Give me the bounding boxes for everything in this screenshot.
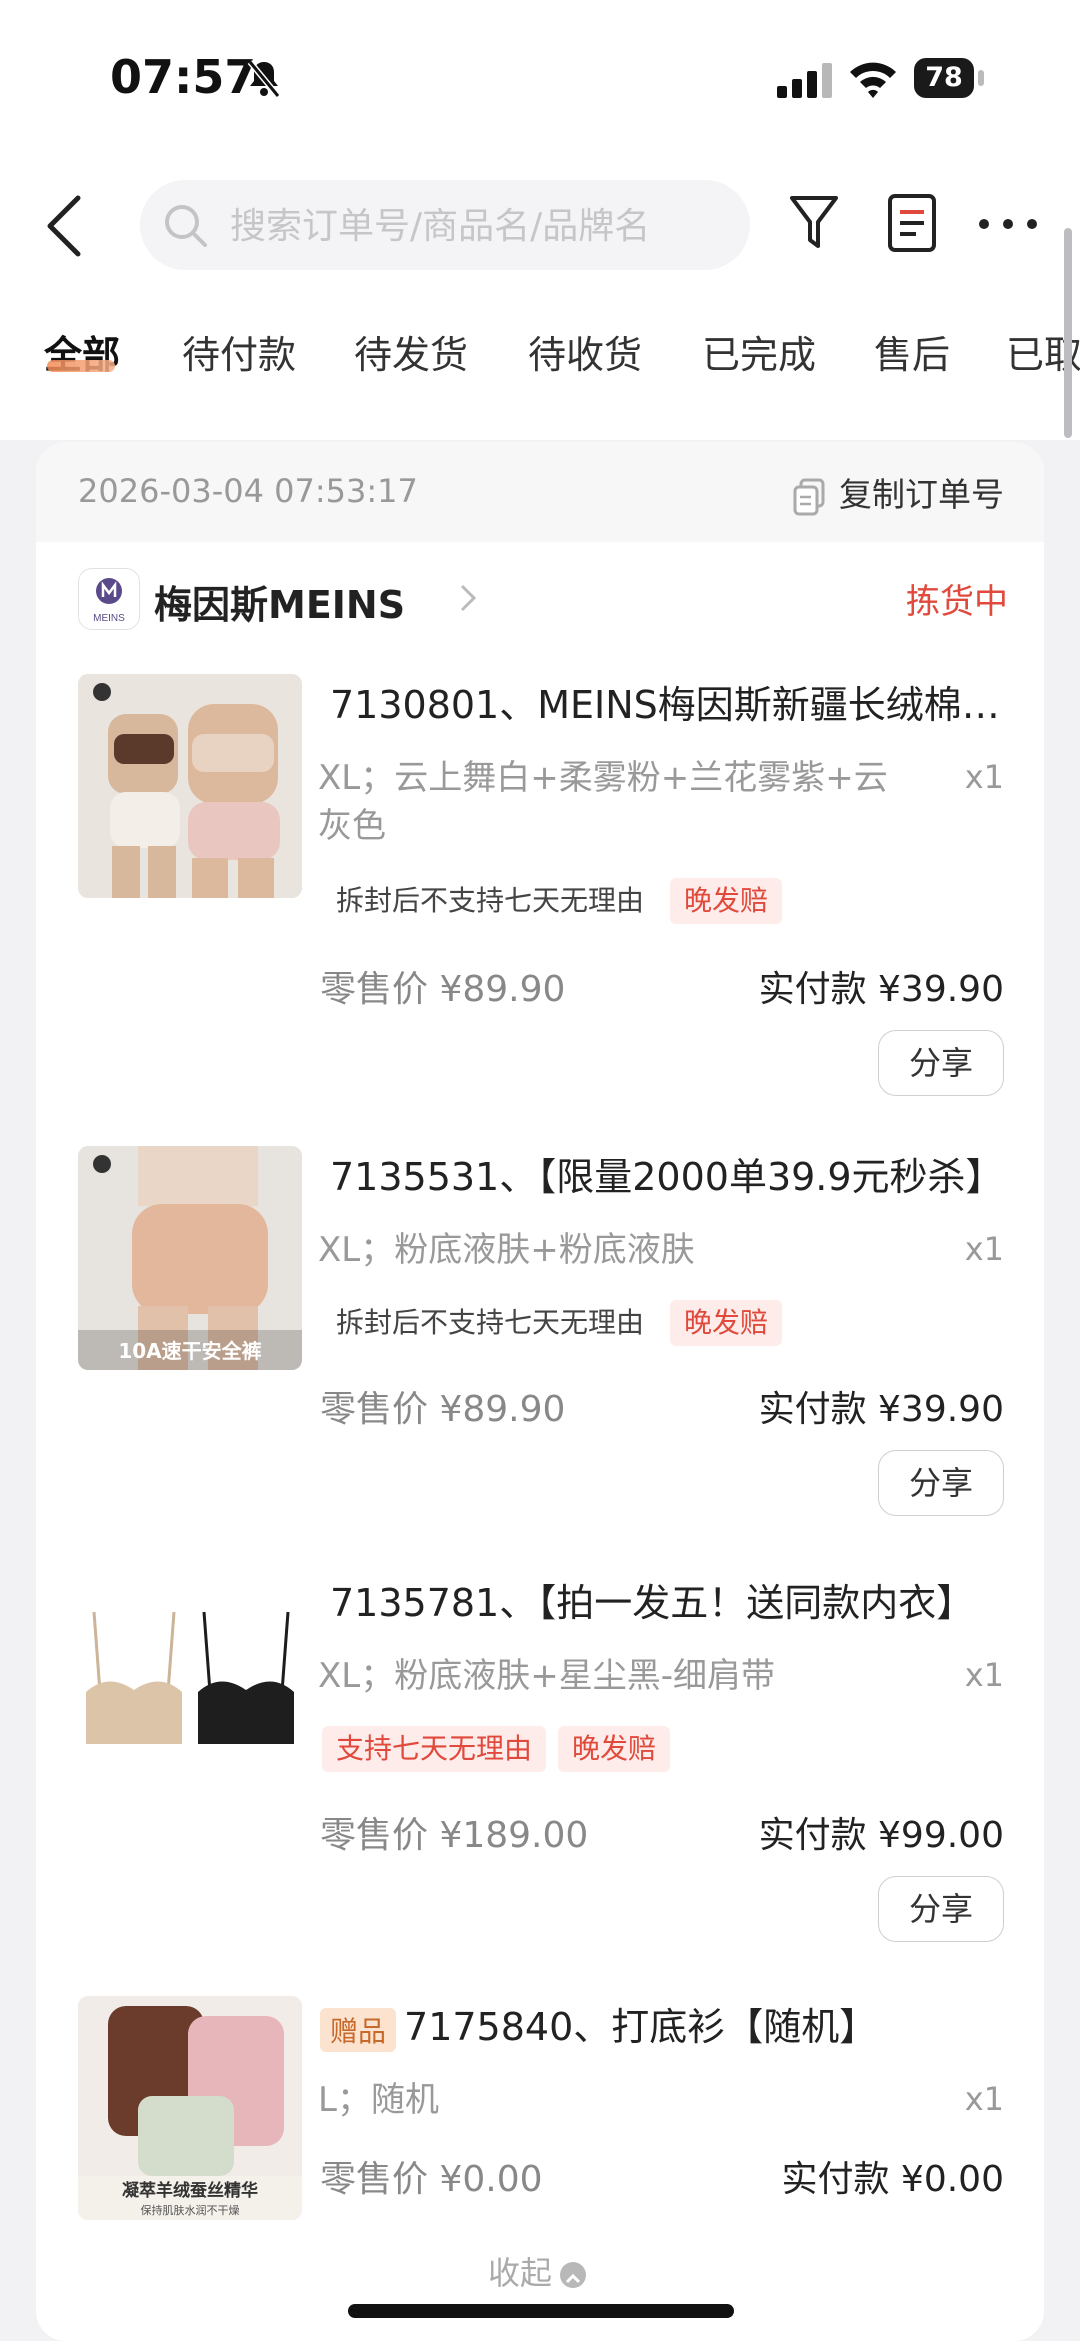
order-item: 7135781、【拍一发五！送同款内衣】 XL；粉底液肤+星尘黑-细肩带 x1 …	[36, 1572, 1044, 1952]
product-image-bras	[78, 1572, 302, 1796]
product-image[interactable]: 10A速干安全裤	[78, 1146, 302, 1370]
product-image-underwear	[78, 674, 302, 898]
retail-price: 零售价 ¥89.90	[320, 969, 566, 1010]
late-shipment-compensation-badge: 晚发赔	[670, 878, 783, 924]
share-button[interactable]: 分享	[878, 1876, 1004, 1942]
product-title[interactable]: 赠品 7175840、打底衫【随机】	[320, 1996, 1010, 2052]
shop-logo-mark: MEINS	[93, 578, 125, 624]
product-qty: x1	[964, 758, 1004, 796]
share-button[interactable]: 分享	[878, 1030, 1004, 1096]
retail-price: 零售价 ¥0.00	[320, 2159, 543, 2200]
service-badges: 支持七天无理由 晚发赔	[322, 1726, 682, 1774]
tab-after-sales[interactable]: 售后	[874, 324, 950, 379]
order-list-icon[interactable]	[884, 190, 940, 256]
paid-amount: 实付款 ¥99.00	[758, 1815, 1004, 1856]
7day-return-badge: 支持七天无理由	[322, 1726, 547, 1772]
thumb-subcaption: 保持肌肤水润不干燥	[141, 2203, 240, 2217]
tab-pending-payment[interactable]: 待付款	[182, 324, 296, 379]
tab-pending-receipt[interactable]: 待收货	[528, 324, 642, 379]
service-badges: 拆封后不支持七天无理由 晚发赔	[322, 1300, 794, 1348]
product-title[interactable]: 7135531、【限量2000单39.9元秒杀】	[330, 1146, 1020, 1201]
product-qty: x1	[964, 1230, 1004, 1268]
thumb-caption: 凝萃羊绒蚕丝精华	[122, 2180, 258, 2201]
late-shipment-compensation-badge: 晚发赔	[670, 1300, 783, 1346]
shop-logo-text: MEINS	[93, 613, 125, 624]
search-input[interactable]	[228, 198, 732, 254]
back-arrow-icon[interactable]	[40, 194, 90, 258]
product-spec: XL；粉底液肤+粉底液肤	[318, 1230, 695, 1270]
service-badges: 拆封后不支持七天无理由 晚发赔	[322, 878, 794, 926]
no-7day-return-badge: 拆封后不支持七天无理由	[322, 878, 659, 924]
home-indicator	[348, 2304, 734, 2318]
battery-level: 78	[914, 58, 974, 98]
tab-completed[interactable]: 已完成	[702, 324, 816, 379]
retail-price: 零售价 ¥89.90	[320, 1389, 566, 1430]
no-7day-return-badge: 拆封后不支持七天无理由	[322, 1300, 659, 1346]
bell-muted-icon	[247, 60, 281, 98]
order-item: 凝萃羊绒蚕丝精华 保持肌肤水润不干燥 赠品 7175840、打底衫【随机】 L；随…	[36, 1996, 1044, 2236]
retail-price: 零售价 ¥189.00	[320, 1815, 589, 1856]
gift-tag: 赠品	[320, 2007, 397, 2052]
product-title[interactable]: 7130801、MEINS梅因斯新疆长绒棉…	[330, 674, 1020, 729]
order-card-header: 2026-03-04 07:53:17 复制订单号	[36, 442, 1044, 542]
search-icon	[165, 205, 207, 247]
product-spec: XL；云上舞白+柔雾粉+兰花雾紫+云灰色	[318, 758, 888, 846]
product-image[interactable]	[78, 674, 302, 898]
order-item: 7130801、MEINS梅因斯新疆长绒棉… XL；云上舞白+柔雾粉+兰花雾紫+…	[36, 674, 1044, 1096]
wifi-icon	[850, 62, 896, 98]
paid-amount: 实付款 ¥39.90	[758, 969, 1004, 1010]
copy-order-number-label: 复制订单号	[839, 475, 1004, 514]
collapse-button[interactable]: 收起	[488, 2248, 587, 2294]
scrollbar[interactable]	[1064, 228, 1072, 438]
share-button[interactable]: 分享	[878, 1450, 1004, 1516]
collapse-label: 收起	[488, 2254, 553, 2292]
product-title[interactable]: 7135781、【拍一发五！送同款内衣】	[330, 1572, 1020, 1627]
product-qty: x1	[964, 1656, 1004, 1694]
status-time: 07:57	[110, 50, 257, 104]
tab-pending-shipment[interactable]: 待发货	[354, 324, 468, 379]
order-tabs: 全部 待付款 待发货 待收货 已完成 售后 已取	[0, 310, 1080, 400]
active-tab-indicator	[47, 360, 115, 372]
thumb-caption: 10A速干安全裤	[118, 1339, 261, 1363]
order-datetime: 2026-03-04 07:53:17	[78, 472, 418, 510]
filter-icon[interactable]	[786, 190, 842, 256]
cellular-signal-icon	[777, 63, 832, 98]
order-item: 10A速干安全裤 7135531、【限量2000单39.9元秒杀】 XL；粉底液…	[36, 1146, 1044, 1526]
paid-amount: 实付款 ¥39.90	[758, 1389, 1004, 1430]
order-status: 拣货中	[906, 582, 1008, 622]
search-bar[interactable]	[140, 180, 750, 270]
product-qty: x1	[964, 2080, 1004, 2118]
chevron-right-icon	[460, 584, 477, 612]
product-title-text: 7175840、打底衫【随机】	[404, 2005, 878, 2049]
battery-nub	[978, 70, 984, 86]
product-spec: XL；粉底液肤+星尘黑-细肩带	[318, 1656, 775, 1696]
product-image-base-shirts: 凝萃羊绒蚕丝精华 保持肌肤水润不干燥	[78, 1996, 302, 2220]
order-card: 2026-03-04 07:53:17 复制订单号 MEINS 梅因斯MEINS…	[36, 442, 1044, 2341]
product-image[interactable]: 凝萃羊绒蚕丝精华 保持肌肤水润不干燥	[78, 1996, 302, 2220]
product-image[interactable]	[78, 1572, 302, 1796]
nav-row	[0, 170, 1080, 280]
more-icon[interactable]	[976, 190, 1040, 256]
late-shipment-compensation-badge: 晚发赔	[558, 1726, 671, 1772]
paid-amount: 实付款 ¥0.00	[781, 2159, 1004, 2200]
product-spec: L；随机	[318, 2080, 439, 2120]
shop-name: 梅因斯MEINS	[154, 583, 406, 627]
chevron-up-icon	[560, 2262, 587, 2288]
battery-icon: 78	[914, 58, 986, 98]
status-bar: 07:57 78	[0, 0, 1080, 150]
copy-order-number-button[interactable]: 复制订单号	[793, 468, 1004, 516]
product-image-safety-shorts: 10A速干安全裤	[78, 1146, 302, 1370]
copy-icon	[793, 478, 825, 515]
shop-logo: MEINS	[78, 568, 140, 630]
